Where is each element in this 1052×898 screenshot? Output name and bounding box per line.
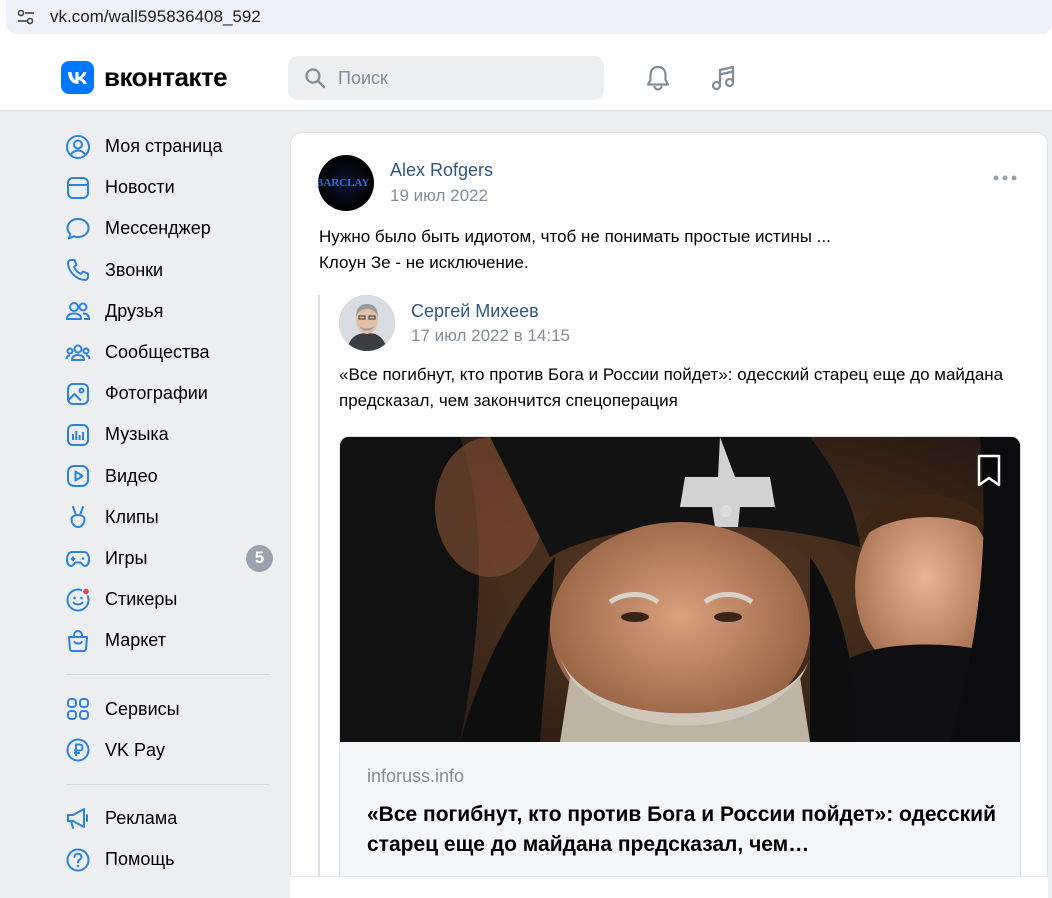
- url-field[interactable]: vk.com/wall595836408_592: [6, 0, 1052, 34]
- repost-block: Сергей Михеев 17 июл 2022 в 14:15 «Все п…: [318, 295, 1023, 898]
- sidebar-item-label: Новости: [105, 177, 175, 198]
- sidebar-item-label: Сервисы: [105, 698, 180, 719]
- vkpay-icon: [64, 736, 92, 764]
- sidebar-item-stickers[interactable]: Стикеры: [60, 579, 275, 620]
- repost-text: «Все погибнут, кто против Бога и России …: [339, 365, 1004, 410]
- wall-post: BARCLAY Alex Rofgers 19 июл 2022 Нужно б…: [290, 132, 1048, 898]
- bookmark-icon[interactable]: [974, 453, 1004, 489]
- photos-icon: [64, 380, 92, 408]
- market-icon: [64, 627, 92, 655]
- link-preview-card[interactable]: inforuss.info «Все погибнут, кто против …: [339, 436, 1021, 898]
- sidebar-item-messenger[interactable]: Мессенджер: [60, 208, 275, 249]
- sidebar-item-label: Друзья: [105, 300, 164, 321]
- sidebar-item-video[interactable]: Видео: [60, 456, 275, 497]
- news-icon: [64, 174, 92, 202]
- comment-input-strip[interactable]: [290, 876, 1048, 898]
- sidebar-item-label: Музыка: [105, 424, 169, 445]
- sidebar-item-label: Фотографии: [105, 383, 208, 404]
- sidebar-divider: [66, 674, 269, 676]
- sidebar-item-market[interactable]: Маркет: [60, 620, 275, 661]
- sidebar-item-label: Игры: [105, 547, 148, 568]
- repost-date[interactable]: 17 июл 2022 в 14:15: [411, 326, 570, 346]
- site-settings-icon[interactable]: [16, 7, 36, 27]
- repost-author-name[interactable]: Сергей Михеев: [411, 301, 539, 322]
- notifications-bell-icon[interactable]: [642, 62, 674, 94]
- sidebar-item-label: Помощь: [105, 849, 175, 870]
- music-note-icon[interactable]: [708, 62, 740, 94]
- post-text-line: Нужно было быть идиотом, чтоб не понимат…: [319, 227, 831, 246]
- author-avatar[interactable]: BARCLAY: [318, 155, 374, 211]
- sidebar-item-label: Клипы: [105, 506, 159, 527]
- avatar-logo-text: BARCLAY: [318, 177, 370, 189]
- left-sidebar: Моя страница Новости Мессенджер Звонки Д…: [60, 126, 275, 880]
- post-date[interactable]: 19 июл 2022: [390, 186, 488, 206]
- sidebar-item-vk-pay[interactable]: VK Pay: [60, 730, 275, 771]
- url-text[interactable]: vk.com/wall595836408_592: [50, 7, 261, 27]
- sidebar-item-clips[interactable]: Клипы: [60, 497, 275, 538]
- link-title[interactable]: «Все погибнут, кто против Бога и России …: [367, 800, 997, 860]
- help-icon: [64, 846, 92, 874]
- friends-icon: [64, 297, 92, 325]
- sidebar-item-label: VK Pay: [105, 739, 166, 760]
- games-icon: [64, 544, 92, 572]
- browser-address-bar: vk.com/wall595836408_592: [0, 0, 1052, 44]
- services-icon: [64, 695, 92, 723]
- sidebar-item-games[interactable]: Игры 5: [60, 538, 275, 579]
- sidebar-item-label: Мессенджер: [105, 218, 211, 239]
- sidebar-item-label: Звонки: [105, 259, 164, 280]
- sidebar-item-news[interactable]: Новости: [60, 167, 275, 208]
- sidebar-item-music[interactable]: Музыка: [60, 414, 275, 455]
- more-options-icon[interactable]: [991, 171, 1021, 185]
- post-author-name[interactable]: Alex Rofgers: [390, 160, 493, 181]
- sidebar-item-calls[interactable]: Звонки: [60, 250, 275, 291]
- sidebar-item-label: Маркет: [105, 630, 166, 651]
- messenger-icon: [64, 215, 92, 243]
- games-counter-badge: 5: [246, 544, 273, 572]
- vk-header: вконтакте: [0, 44, 1052, 111]
- search-icon: [304, 67, 326, 89]
- post-text: Нужно было быть идиотом, чтоб не понимат…: [319, 224, 831, 276]
- search-input[interactable]: [338, 67, 578, 89]
- vk-logo-icon: [61, 61, 94, 94]
- link-domain[interactable]: inforuss.info: [367, 766, 464, 787]
- sidebar-item-label: Стикеры: [105, 589, 178, 610]
- ads-icon: [64, 804, 92, 832]
- profile-icon: [64, 133, 92, 161]
- video-icon: [64, 462, 92, 490]
- sidebar-item-friends[interactable]: Друзья: [60, 291, 275, 332]
- sidebar-item-label: Реклама: [105, 807, 178, 828]
- sidebar-item-label: Моя страница: [105, 136, 223, 157]
- repost-author-avatar[interactable]: [339, 295, 395, 351]
- vk-logo[interactable]: вконтакте: [61, 61, 228, 94]
- sidebar-divider: [66, 783, 269, 785]
- sidebar-item-services[interactable]: Сервисы: [60, 688, 275, 729]
- sidebar-item-my-page[interactable]: Моя страница: [60, 126, 275, 167]
- link-preview-footer[interactable]: inforuss.info «Все погибнут, кто против …: [340, 742, 1020, 898]
- sidebar-item-ads[interactable]: Реклама: [60, 798, 275, 839]
- music-icon: [64, 421, 92, 449]
- search-box[interactable]: [288, 56, 604, 100]
- sidebar-item-help[interactable]: Помощь: [60, 839, 275, 880]
- sidebar-item-photos[interactable]: Фотографии: [60, 373, 275, 414]
- sidebar-item-label: Видео: [105, 465, 158, 486]
- link-preview-photo[interactable]: [340, 437, 1020, 742]
- post-text-line: Клоун Зе - не исключение.: [319, 253, 529, 272]
- clips-icon: [64, 503, 92, 531]
- stickers-icon: [64, 586, 92, 614]
- vk-logo-text: вконтакте: [104, 62, 228, 92]
- phone-icon: [64, 256, 92, 284]
- sidebar-item-label: Сообщества: [105, 342, 210, 363]
- sidebar-item-communities[interactable]: Сообщества: [60, 332, 275, 373]
- communities-icon: [64, 339, 92, 367]
